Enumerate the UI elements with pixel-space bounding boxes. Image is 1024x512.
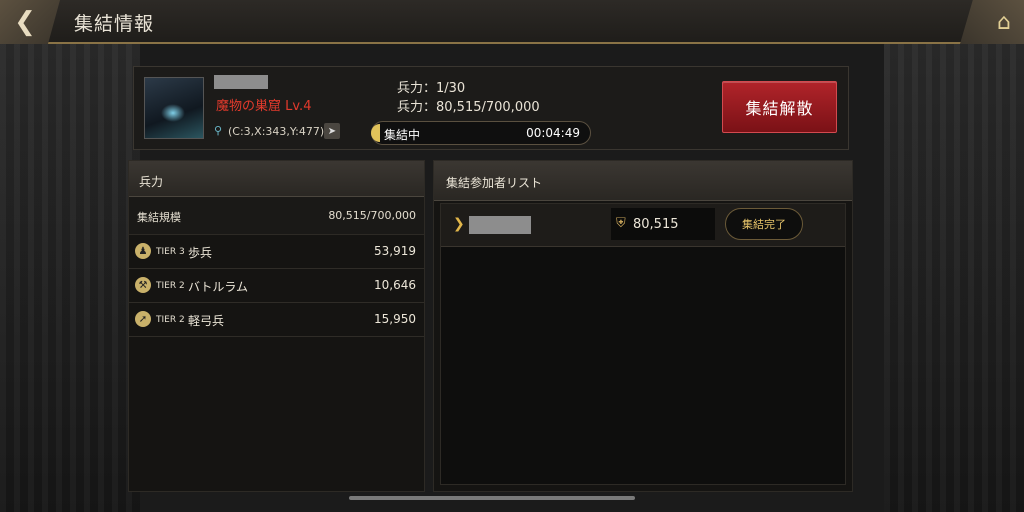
troop-name: バトルラム xyxy=(188,280,249,294)
monster-name: 魔物の巣窟 Lv.4 xyxy=(216,99,312,114)
member-power-box: ⛨ 80,515 xyxy=(611,208,715,240)
home-icon: ⌂ xyxy=(997,9,1011,35)
back-button[interactable]: ❮ xyxy=(0,0,60,44)
troop-row: ➚ TIER 2 軽弓兵 15,950 xyxy=(129,303,424,337)
troops-panel: 兵力 集結規模 80,515/700,000 ♟ TIER 3 歩兵 53,91… xyxy=(128,160,425,492)
troop-value: 10,646 xyxy=(374,278,416,292)
troops-panel-title: 兵力 xyxy=(129,161,424,197)
troop-value: 53,919 xyxy=(374,244,416,258)
rally-scale-value: 80,515/700,000 xyxy=(328,209,416,222)
scrollbar[interactable] xyxy=(349,496,635,500)
rally-scale-label: 集結規模 xyxy=(137,211,181,224)
home-button[interactable]: ⌂ xyxy=(960,0,1024,44)
background-left xyxy=(0,44,140,512)
troop-name: 歩兵 xyxy=(188,246,213,260)
coordinates-link[interactable]: (C:3,X:343,Y:477) xyxy=(228,125,324,138)
leader-name-redacted xyxy=(214,75,268,89)
troop-name: 軽弓兵 xyxy=(188,314,225,328)
member-power: 80,515 xyxy=(633,217,679,232)
member-name-redacted xyxy=(469,216,531,234)
page-title: 集結情報 xyxy=(74,13,155,35)
troop-tier: TIER 2 xyxy=(156,281,185,291)
timer-label: 集結中 xyxy=(384,128,421,142)
expand-chevron-icon[interactable]: ❯ xyxy=(453,216,465,232)
timer-value: 00:04:49 xyxy=(526,126,580,140)
header-bar: ❮ 集結情報 ⌂ xyxy=(0,0,1024,44)
battering-ram-icon: ⚒ xyxy=(135,277,151,293)
monster-thumbnail xyxy=(144,77,204,139)
participants-list[interactable]: ❯ ⛨ 80,515 集結完了 xyxy=(440,203,846,485)
troop-value: 15,950 xyxy=(374,312,416,326)
rally-power: 兵力：80,515/700,000 xyxy=(397,100,540,115)
troop-tier: TIER 3 xyxy=(156,247,185,257)
helmet-icon: ⛨ xyxy=(616,216,626,231)
timer-progress xyxy=(371,124,380,142)
infantry-icon: ♟ xyxy=(135,243,151,259)
location-pin-icon: ⚲ xyxy=(214,124,223,137)
troop-row: ♟ TIER 3 歩兵 53,919 xyxy=(129,235,424,269)
archer-icon: ➚ xyxy=(135,311,151,327)
share-button[interactable]: ➤ xyxy=(324,123,340,139)
share-icon: ➤ xyxy=(327,125,337,137)
status-badge: 集結完了 xyxy=(725,208,803,240)
troop-tier: TIER 2 xyxy=(156,315,185,325)
list-item[interactable]: ❯ ⛨ 80,515 集結完了 xyxy=(441,204,845,247)
participant-count: 兵力：1/30 xyxy=(397,81,466,96)
rally-scale-row: 集結規模 80,515/700,000 xyxy=(129,197,424,235)
disband-rally-button[interactable]: 集結解散 xyxy=(722,81,837,133)
troop-row: ⚒ TIER 2 バトルラム 10,646 xyxy=(129,269,424,303)
background-right xyxy=(884,44,1024,512)
rally-summary-card: 魔物の巣窟 Lv.4 ⚲ (C:3,X:343,Y:477) ➤ 兵力：1/30… xyxy=(133,66,849,150)
rally-timer: 集結中 00:04:49 xyxy=(371,121,591,145)
participants-panel: 集結参加者リスト ❯ ⛨ 80,515 集結完了 xyxy=(433,160,853,492)
participants-panel-title: 集結参加者リスト xyxy=(434,161,852,201)
chevron-left-icon: ❮ xyxy=(14,7,36,37)
